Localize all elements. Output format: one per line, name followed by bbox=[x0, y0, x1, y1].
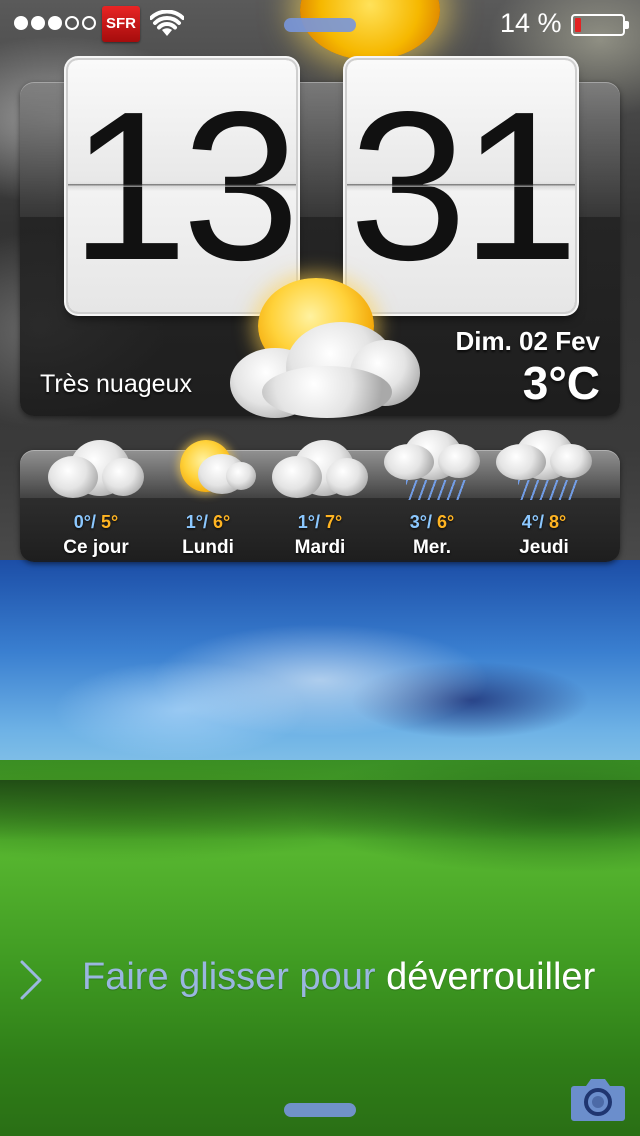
battery-icon bbox=[571, 14, 629, 36]
current-temperature: 3°C bbox=[522, 357, 600, 409]
signal-dot bbox=[65, 16, 79, 30]
wallpaper-horizon-shadow bbox=[0, 780, 640, 840]
weather-condition: Très nuageux bbox=[40, 370, 192, 398]
battery-level-fill bbox=[575, 18, 581, 32]
signal-dot bbox=[31, 16, 45, 30]
forecast-day-name: Mer. bbox=[412, 537, 452, 558]
unlock-label-bright: déverrouiller bbox=[386, 956, 596, 998]
flip-divider bbox=[68, 184, 296, 187]
forecast-day: 3°/ 6° Mer. bbox=[376, 430, 488, 562]
clock-minutes-card: 31 bbox=[347, 60, 575, 312]
battery-percentage: 14 % bbox=[500, 8, 562, 38]
forecast-temp: 1°/ 7° bbox=[297, 512, 343, 532]
forecast-day-name: Lundi bbox=[182, 537, 234, 558]
forecast-temp: 3°/ 6° bbox=[409, 512, 455, 532]
cloud-puff bbox=[384, 444, 434, 480]
unlock-label-dim: Faire glisser pour bbox=[82, 956, 387, 998]
forecast-temp: 4°/ 8° bbox=[521, 512, 567, 532]
forecast-day-name: Mardi bbox=[294, 537, 346, 558]
rain-drops bbox=[518, 480, 578, 500]
forecast-temp: 1°/ 6° bbox=[185, 512, 231, 532]
signal-dot bbox=[82, 16, 96, 30]
cloud-puff bbox=[438, 444, 480, 478]
forecast-day: 4°/ 8° Jeudi bbox=[488, 430, 600, 562]
cloud-puff bbox=[48, 456, 98, 498]
control-center-handle[interactable] bbox=[284, 1103, 356, 1117]
signal-dot bbox=[14, 16, 28, 30]
forecast-strip[interactable]: 0°/ 5° Ce jour 1°/ 6° Lundi 1°/ 7° Mardi… bbox=[20, 430, 620, 562]
cloud-puff bbox=[272, 456, 322, 498]
wallpaper-sky bbox=[0, 560, 640, 790]
slide-to-unlock[interactable]: Faire glisser pour déverrouiller bbox=[18, 956, 628, 1002]
cloud-puff bbox=[226, 462, 256, 490]
forecast-temp: 0°/ 5° bbox=[73, 512, 119, 532]
carrier-logo: SFR bbox=[102, 6, 140, 42]
forecast-day-name: Ce jour bbox=[63, 537, 129, 558]
signal-strength-icon bbox=[14, 16, 96, 30]
cloud-puff bbox=[262, 366, 392, 418]
cloud-puff bbox=[102, 458, 144, 496]
rain-drops bbox=[406, 480, 466, 500]
wifi-icon bbox=[150, 10, 184, 36]
forecast-day-name: Jeudi bbox=[519, 537, 569, 558]
flip-divider bbox=[347, 184, 575, 187]
forecast-day: 0°/ 5° Ce jour bbox=[40, 440, 152, 562]
forecast-day: 1°/ 7° Mardi bbox=[264, 440, 376, 562]
cloud-puff bbox=[550, 444, 592, 478]
signal-dot bbox=[48, 16, 62, 30]
cloud-puff bbox=[496, 444, 546, 480]
unlock-label: Faire glisser pour déverrouiller bbox=[82, 956, 595, 999]
cloud-puff bbox=[326, 458, 368, 496]
camera-icon[interactable] bbox=[570, 1076, 626, 1122]
weather-date: Dim. 02 Fev bbox=[455, 326, 600, 356]
clock-hours-card: 13 bbox=[68, 60, 296, 312]
chevron-right-icon bbox=[20, 960, 42, 1000]
forecast-day: 1°/ 6° Lundi bbox=[152, 440, 264, 562]
notification-center-handle[interactable] bbox=[284, 18, 356, 32]
